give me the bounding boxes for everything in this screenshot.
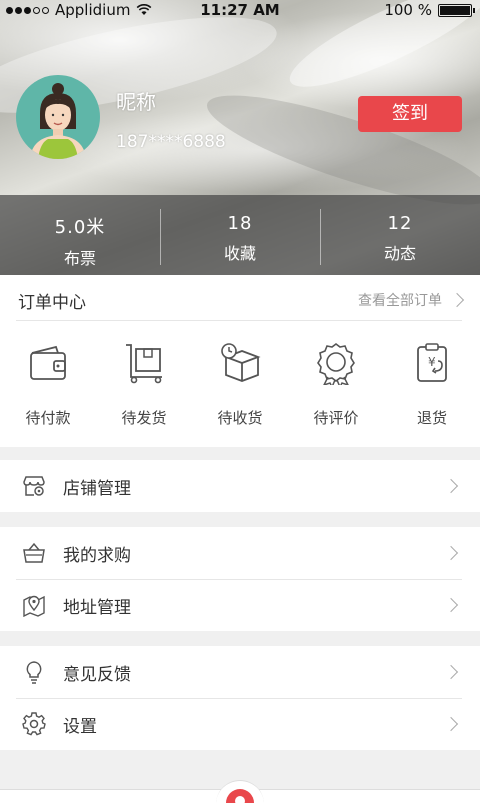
store-icon [23, 476, 45, 496]
stat-label: 收藏 [223, 244, 256, 263]
order-pending-payment[interactable]: 待付款 [0, 341, 96, 428]
svg-text:¥: ¥ [428, 355, 436, 369]
gear-icon [22, 712, 46, 736]
order-label: 待付款 [25, 409, 71, 427]
package-icon [221, 343, 261, 382]
menu-label: 设置 [63, 717, 97, 737]
chevron-right-icon [443, 716, 459, 732]
menu-item-settings[interactable]: 设置 [0, 698, 480, 750]
profile-header: Applidium 11:27 AM 100 % 昵称 187****6888 … [0, 0, 480, 275]
battery-percent: 100 % [384, 1, 432, 19]
stat-value: 12 [387, 213, 413, 234]
order-label: 待评价 [313, 409, 359, 427]
basket-icon [23, 542, 45, 563]
stat-value: 18 [227, 213, 253, 234]
order-label: 待收货 [217, 409, 263, 427]
menu-group-store: 店铺管理 [0, 460, 480, 512]
stat-value: 5.0米 [54, 217, 106, 238]
order-label: 待发货 [121, 409, 167, 427]
order-returns[interactable]: ¥ 退货 [384, 341, 480, 428]
order-pending-review[interactable]: 待评价 [288, 341, 384, 428]
view-all-orders-label: 查看全部订单 [358, 293, 442, 309]
menu-item-address-management[interactable]: 地址管理 [0, 579, 480, 631]
phone-number: 187****6888 [116, 132, 226, 152]
chevron-right-icon [449, 292, 465, 308]
cart-box-icon [126, 344, 162, 384]
menu-item-feedback[interactable]: 意见反馈 [0, 646, 480, 698]
wallet-icon [30, 345, 66, 380]
status-bar: Applidium 11:27 AM 100 % [0, 0, 480, 20]
stat-favorites[interactable]: 18 收藏 [160, 195, 320, 275]
stat-cloth-tickets[interactable]: 5.0米 布票 [0, 195, 160, 275]
chevron-right-icon [443, 545, 459, 561]
menu-item-my-wanted[interactable]: 我的求购 [0, 527, 480, 579]
map-pin-icon [23, 595, 45, 617]
menu-item-store-management[interactable]: 店铺管理 [0, 460, 480, 512]
menu-group-misc: 意见反馈 设置 [0, 646, 480, 750]
order-pending-receipt[interactable]: 待收货 [192, 341, 288, 428]
stats-bar: 5.0米 布票 18 收藏 12 动态 [0, 195, 480, 275]
order-center: 订单中心 查看全部订单 待付款 待发货 待收货 待评价 ¥ 退货 [0, 275, 480, 447]
return-icon: ¥ [417, 343, 447, 382]
signin-button[interactable]: 签到 [358, 96, 462, 132]
order-header: 订单中心 查看全部订单 [16, 275, 465, 321]
order-label: 退货 [416, 409, 447, 427]
battery-icon [438, 3, 475, 17]
view-all-orders-link[interactable]: 查看全部订单 [358, 290, 465, 310]
chevron-right-icon [443, 478, 459, 494]
woman-avatar-icon [30, 83, 86, 159]
chevron-right-icon [443, 597, 459, 613]
badge-icon [317, 343, 355, 389]
lightbulb-icon [26, 661, 42, 684]
stat-label: 布票 [63, 249, 96, 268]
menu-label: 地址管理 [63, 598, 131, 618]
order-center-title: 订单中心 [18, 293, 86, 313]
stat-activity[interactable]: 12 动态 [320, 195, 480, 275]
stat-label: 动态 [383, 244, 416, 263]
menu-group-purchases: 我的求购 地址管理 [0, 527, 480, 631]
nickname[interactable]: 昵称 [116, 86, 156, 115]
menu-label: 意见反馈 [63, 665, 131, 685]
avatar[interactable] [16, 75, 100, 159]
menu-label: 我的求购 [63, 546, 131, 566]
order-pending-shipment[interactable]: 待发货 [96, 341, 192, 428]
order-status-row: 待付款 待发货 待收货 待评价 ¥ 退货 [0, 341, 480, 428]
chevron-right-icon [443, 664, 459, 680]
menu-label: 店铺管理 [63, 479, 131, 499]
